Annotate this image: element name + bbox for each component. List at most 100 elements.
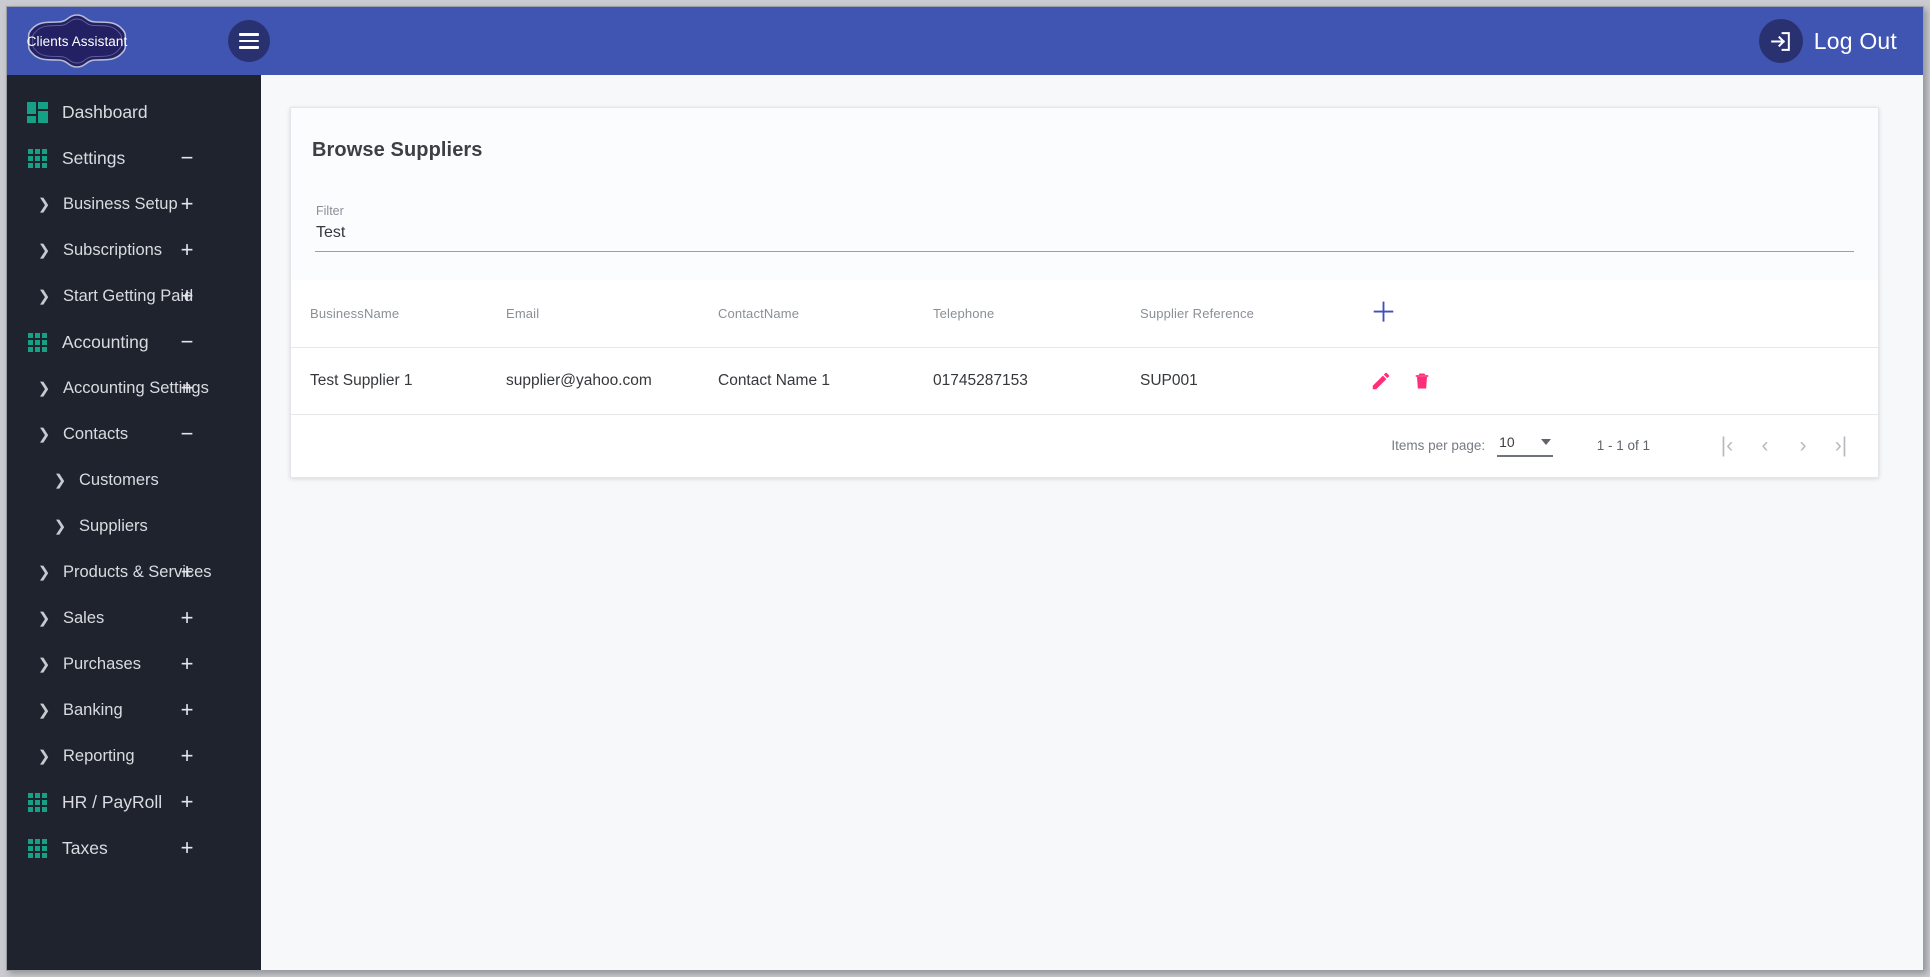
page-title: Browse Suppliers: [312, 139, 483, 162]
sidebar-item-reporting[interactable]: ❯ Reporting +: [7, 733, 261, 779]
chevron-right-icon: ❯: [37, 656, 51, 673]
apps-grid-icon: [26, 147, 48, 169]
last-page-icon[interactable]: ›|: [1822, 435, 1860, 456]
expand-icon[interactable]: +: [159, 561, 215, 583]
sidebar-item-label: Dashboard: [62, 101, 148, 122]
sidebar-item-products-services[interactable]: ❯ Products & Services +: [7, 549, 261, 595]
sidebar-item-settings[interactable]: Settings −: [7, 135, 261, 181]
apps-grid-icon: [26, 791, 48, 813]
chevron-right-icon: ❯: [37, 196, 51, 213]
chevron-right-icon: ❯: [37, 242, 51, 259]
filter-label: Filter: [316, 203, 344, 218]
expand-icon[interactable]: +: [159, 653, 215, 675]
sidebar-item-business-setup[interactable]: ❯ Business Setup +: [7, 181, 261, 227]
collapse-icon[interactable]: −: [159, 331, 215, 353]
apps-grid-icon: [26, 837, 48, 859]
chevron-right-icon: ❯: [37, 702, 51, 719]
cell-businessname: Test Supplier 1: [291, 347, 506, 415]
next-page-icon[interactable]: ›: [1784, 435, 1822, 456]
previous-page-icon[interactable]: ‹: [1746, 435, 1784, 456]
column-header: Telephone: [933, 279, 1140, 348]
application-window: Clients Assistant Log Out Dashboard Setti…: [6, 6, 1924, 971]
page-size-value: 10: [1499, 434, 1515, 451]
expand-icon[interactable]: +: [159, 745, 215, 767]
collapse-icon[interactable]: −: [159, 147, 215, 169]
expand-icon[interactable]: +: [159, 239, 215, 261]
chevron-right-icon: ❯: [53, 518, 67, 535]
sidebar-item-contacts[interactable]: ❯ Contacts −: [7, 411, 261, 457]
items-per-page-label: Items per page:: [1391, 438, 1486, 454]
expand-icon[interactable]: +: [159, 837, 215, 859]
table-body: Test Supplier 1 supplier@yahoo.com Contact…: [291, 347, 1880, 415]
sidebar-item-suppliers[interactable]: ❯ Suppliers: [7, 503, 261, 549]
hamburger-bar: [239, 46, 259, 49]
sidebar-item-hr-payroll[interactable]: HR / PayRoll +: [7, 779, 261, 825]
expand-icon[interactable]: +: [159, 285, 215, 307]
cell-email: supplier@yahoo.com: [506, 347, 718, 415]
sidebar-item-accounting-settings[interactable]: ❯ Accounting Settings +: [7, 365, 261, 411]
table-header: BusinessName Email ContactName Telephone Sup…: [291, 279, 1880, 348]
hamburger-bar: [239, 39, 259, 43]
browse-suppliers-card: Browse Suppliers Filter BusinessNameEmai…: [290, 107, 1880, 478]
chevron-down-icon: [1540, 439, 1551, 446]
sidebar-item-start-getting-paid[interactable]: ❯ Start Getting Paid +: [7, 273, 261, 319]
sidebar-item-customers[interactable]: ❯ Customers: [7, 457, 261, 503]
app-logo[interactable]: Clients Assistant: [24, 13, 130, 69]
expand-icon[interactable]: +: [159, 699, 215, 721]
column-header: BusinessName: [291, 279, 506, 348]
chevron-right-icon: ❯: [37, 380, 51, 397]
pencil-icon[interactable]: [1370, 370, 1392, 392]
top-app-bar: Clients Assistant Log Out: [7, 7, 1923, 75]
dashboard-icon: [26, 101, 48, 123]
chevron-right-icon: ❯: [37, 564, 51, 581]
hamburger-bar: [239, 33, 259, 36]
expand-icon[interactable]: +: [159, 377, 215, 399]
expand-icon[interactable]: +: [159, 193, 215, 215]
cell-telephone: 01745287153: [933, 347, 1140, 415]
chevron-right-icon: ❯: [37, 748, 51, 765]
sidebar-item-label: Customers: [79, 470, 159, 489]
filter-field-group: Filter: [291, 176, 1878, 252]
cell-contactname: Contact Name 1: [718, 347, 933, 415]
hamburger-icon[interactable]: [228, 20, 270, 62]
sidebar-item-banking[interactable]: ❯ Banking +: [7, 687, 261, 733]
expand-icon[interactable]: +: [159, 791, 215, 813]
chevron-right-icon: ❯: [37, 426, 51, 443]
chevron-right-icon: ❯: [37, 288, 51, 305]
add-column-header: ＋: [1370, 279, 1880, 348]
suppliers-table: BusinessName Email ContactName Telephone Sup…: [291, 279, 1880, 415]
sidebar-item-accounting[interactable]: Accounting −: [7, 319, 261, 365]
row-actions-cell: [1370, 347, 1880, 415]
sidebar-item-label: Suppliers: [79, 516, 148, 535]
pagination-range-label: 1 - 1 of 1: [1596, 438, 1650, 454]
trash-icon[interactable]: [1412, 370, 1432, 392]
column-header: ContactName: [718, 279, 933, 348]
sidebar-item-dashboard[interactable]: Dashboard: [7, 89, 261, 135]
collapse-icon[interactable]: −: [159, 423, 215, 445]
apps-grid-icon: [26, 331, 48, 353]
chevron-right-icon: ❯: [37, 610, 51, 627]
page-size-select[interactable]: 10: [1497, 434, 1553, 458]
sidebar-item-taxes[interactable]: Taxes +: [7, 825, 261, 871]
first-page-icon[interactable]: |‹: [1708, 435, 1746, 456]
chevron-right-icon: ❯: [53, 472, 67, 489]
sidebar-item-sales[interactable]: ❯ Sales +: [7, 595, 261, 641]
suppliers-table-container: BusinessName Email ContactName Telephone Sup…: [291, 279, 1880, 477]
app-logo-label: Clients Assistant: [26, 33, 128, 49]
sidebar-item-subscriptions[interactable]: ❯ Subscriptions +: [7, 227, 261, 273]
table-paginator: Items per page: 10 1 - 1 of 1 |‹ ‹ › ›|: [291, 414, 1878, 477]
column-header: Email: [506, 279, 718, 348]
logout-button[interactable]: Log Out: [1758, 18, 1897, 64]
sidebar-navigation: Dashboard Settings − ❯ Business Setup + ❯ Subsc…: [7, 75, 261, 970]
column-header: Supplier Reference: [1140, 279, 1370, 348]
table-row[interactable]: Test Supplier 1 supplier@yahoo.com Contact…: [291, 347, 1880, 415]
main-content: Browse Suppliers Filter BusinessNameEmai…: [261, 75, 1923, 970]
table-header-row: BusinessName Email ContactName Telephone Sup…: [291, 279, 1880, 348]
cell-supplierreference: SUP001: [1140, 347, 1370, 415]
filter-input[interactable]: [315, 223, 1854, 252]
expand-icon[interactable]: +: [159, 607, 215, 629]
sidebar-item-purchases[interactable]: ❯ Purchases +: [7, 641, 261, 687]
logout-label: Log Out: [1813, 27, 1897, 54]
logout-icon: [1758, 19, 1803, 63]
plus-icon[interactable]: ＋: [1370, 299, 1397, 327]
